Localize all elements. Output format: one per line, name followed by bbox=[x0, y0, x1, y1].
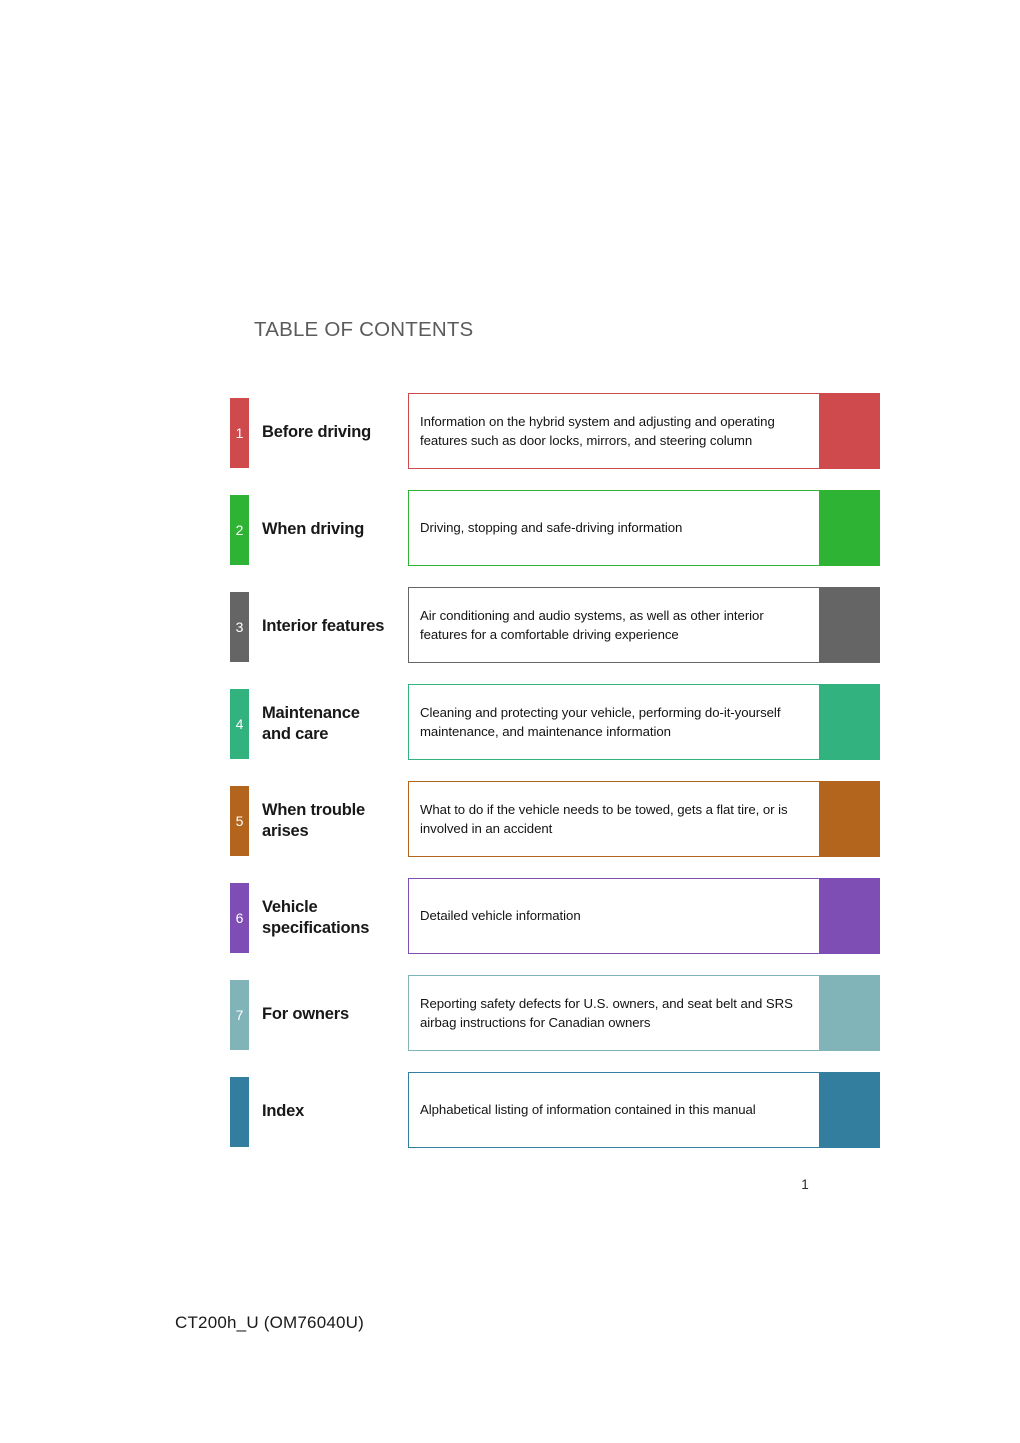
section-title-line2: specifications bbox=[262, 919, 370, 937]
toc-row[interactable]: 7 For owners Reporting safety defects for … bbox=[0, 975, 1020, 1072]
section-description-text: Cleaning and protecting your vehicle, pe… bbox=[420, 704, 781, 739]
section-number: 1 bbox=[235, 425, 244, 441]
table-of-contents-list: 1 Before driving Information on the hybrid… bbox=[0, 393, 1020, 1169]
section-color-swatch bbox=[820, 393, 880, 469]
section-color-swatch bbox=[820, 781, 880, 857]
toc-row[interactable]: Index Alphabetical listing of information… bbox=[0, 1072, 1020, 1169]
section-number-tab: 4 bbox=[230, 689, 249, 759]
toc-row[interactable]: 4 Maintenance and care Cleaning and protect… bbox=[0, 684, 1020, 781]
footer-document-code: CT200h_U (OM76040U) bbox=[175, 1313, 364, 1332]
section-description-box: Air conditioning and audio systems, as w… bbox=[408, 587, 820, 663]
section-color-swatch bbox=[820, 975, 880, 1051]
section-description-box: Driving, stopping and safe-driving infor… bbox=[408, 490, 820, 566]
section-title[interactable]: When driving bbox=[262, 495, 412, 565]
section-color-swatch bbox=[820, 587, 880, 663]
section-description-box: Detailed vehicle information bbox=[408, 878, 820, 954]
section-title-line1: When trouble bbox=[262, 800, 366, 819]
section-title[interactable]: Interior features bbox=[262, 592, 412, 662]
section-number: 5 bbox=[235, 813, 244, 829]
page-number: 1 bbox=[801, 1177, 809, 1192]
section-color-swatch bbox=[820, 490, 880, 566]
section-color-swatch bbox=[820, 1072, 880, 1148]
section-description-text: What to do if the vehicle needs to be to… bbox=[420, 801, 788, 836]
section-description-text: Information on the hybrid system and adj… bbox=[420, 413, 775, 448]
section-title[interactable]: Index bbox=[262, 1077, 412, 1147]
section-description-text: Driving, stopping and safe-driving infor… bbox=[420, 520, 683, 536]
section-number: 4 bbox=[235, 716, 244, 732]
section-description-box: What to do if the vehicle needs to be to… bbox=[408, 781, 820, 857]
section-title-line1: Interior features bbox=[262, 617, 385, 636]
section-title-line1: Before driving bbox=[262, 423, 372, 442]
section-number-tab: 7 bbox=[230, 980, 249, 1050]
section-title-line1: Maintenance bbox=[262, 703, 360, 722]
section-color-swatch bbox=[820, 684, 880, 760]
section-number-tab bbox=[230, 1077, 249, 1147]
section-title-line2: and care bbox=[262, 725, 329, 743]
section-color-swatch bbox=[820, 878, 880, 954]
toc-row[interactable]: 3 Interior features Air conditioning and a… bbox=[0, 587, 1020, 684]
section-number: 3 bbox=[235, 619, 244, 635]
document-page: TABLE OF CONTENTS 1 Before driving Informa… bbox=[0, 0, 1020, 1443]
section-title[interactable]: Vehicle specifications bbox=[262, 883, 412, 953]
section-title-line1: When driving bbox=[262, 520, 365, 539]
section-title-line2: arises bbox=[262, 822, 309, 840]
section-title-line1: Vehicle bbox=[262, 897, 318, 916]
section-number: 7 bbox=[235, 1007, 244, 1023]
section-description-box: Alphabetical listing of information cont… bbox=[408, 1072, 820, 1148]
section-number: 6 bbox=[235, 910, 244, 926]
section-description-text: Air conditioning and audio systems, as w… bbox=[420, 607, 764, 642]
section-number-tab: 2 bbox=[230, 495, 249, 565]
section-number-tab: 1 bbox=[230, 398, 249, 468]
section-title[interactable]: For owners bbox=[262, 980, 412, 1050]
toc-row[interactable]: 6 Vehicle specifications Detailed vehicle i… bbox=[0, 878, 1020, 975]
section-title[interactable]: Maintenance and care bbox=[262, 689, 412, 759]
page-title: TABLE OF CONTENTS bbox=[254, 318, 474, 341]
section-description-text: Alphabetical listing of information cont… bbox=[420, 1102, 756, 1118]
section-number: 2 bbox=[235, 522, 244, 538]
section-description-text: Detailed vehicle information bbox=[420, 908, 581, 924]
section-description-text: Reporting safety defects for U.S. owners… bbox=[420, 995, 793, 1030]
section-description-box: Cleaning and protecting your vehicle, pe… bbox=[408, 684, 820, 760]
section-description-box: Reporting safety defects for U.S. owners… bbox=[408, 975, 820, 1051]
toc-row[interactable]: 1 Before driving Information on the hybrid… bbox=[0, 393, 1020, 490]
section-number-tab: 6 bbox=[230, 883, 249, 953]
section-number-tab: 3 bbox=[230, 592, 249, 662]
toc-row[interactable]: 2 When driving Driving, stopping and safe-… bbox=[0, 490, 1020, 587]
section-number-tab: 5 bbox=[230, 786, 249, 856]
section-title[interactable]: When trouble arises bbox=[262, 786, 412, 856]
section-title-line1: Index bbox=[262, 1102, 305, 1121]
section-description-box: Information on the hybrid system and adj… bbox=[408, 393, 820, 469]
section-title[interactable]: Before driving bbox=[262, 398, 412, 468]
toc-row[interactable]: 5 When trouble arises What to do if the veh… bbox=[0, 781, 1020, 878]
section-title-line1: For owners bbox=[262, 1005, 349, 1024]
